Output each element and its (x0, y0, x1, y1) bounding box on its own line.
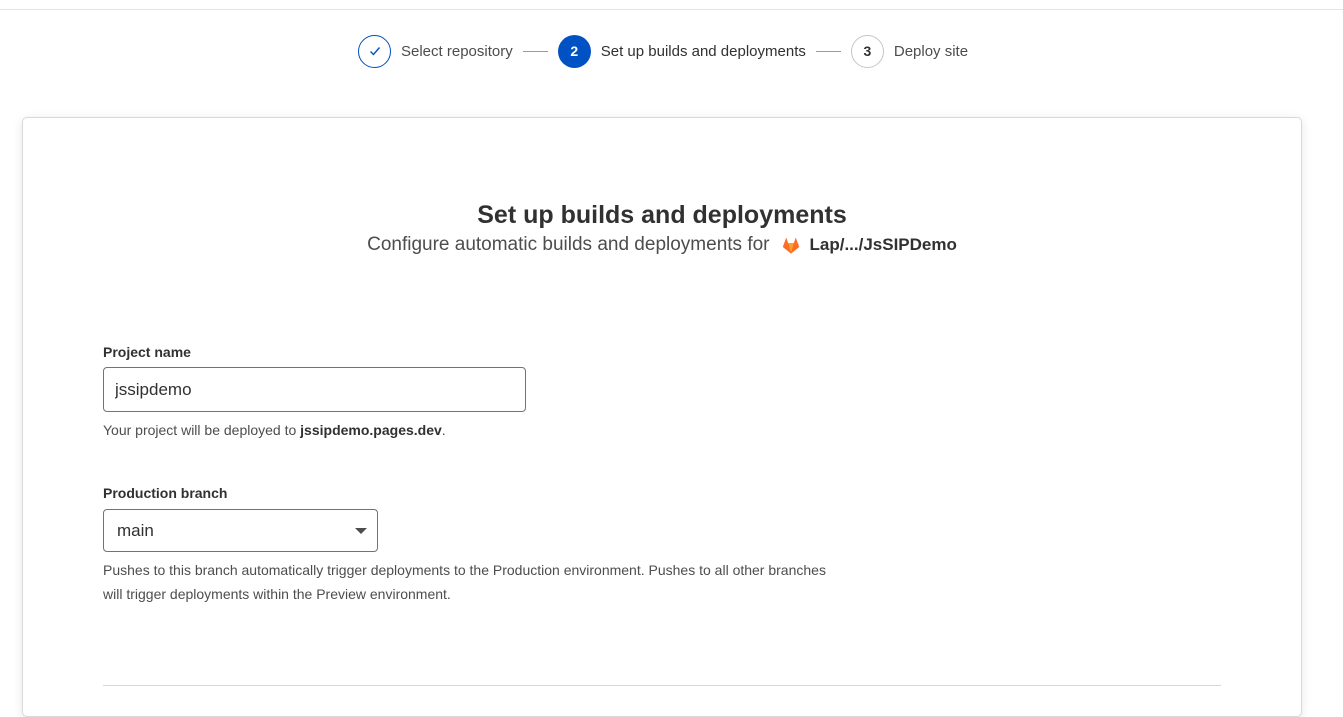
production-branch-select[interactable]: main (103, 509, 378, 552)
repository-name: Lap/.../JsSIPDemo (809, 235, 957, 254)
production-branch-help: Pushes to this branch automatically trig… (103, 562, 826, 602)
step-connector (522, 50, 548, 52)
step-label: Select repository (401, 42, 513, 60)
step-complete-indicator (358, 34, 391, 68)
step-connector (815, 50, 841, 52)
subtitle-text: Configure automatic builds and deploymen… (367, 234, 770, 255)
step-label: Deploy site (893, 42, 969, 60)
chevron-down-icon (355, 527, 367, 534)
top-divider (0, 9, 1343, 10)
step-number: 2 (557, 34, 591, 68)
production-branch-label: Production branch (103, 485, 228, 501)
project-name-help: Your project will be deployed to jssipde… (103, 422, 446, 438)
project-name-label: Project name (103, 344, 191, 360)
step-select-repository[interactable]: Select repository (358, 34, 513, 68)
card-subtitle: Configure automatic builds and deploymen… (23, 234, 1301, 256)
progress-stepper: Select repository 2 Set up builds and de… (358, 34, 968, 68)
page-title: Set up builds and deployments (477, 201, 847, 229)
step-set-up-builds: 2 Set up builds and deployments (557, 34, 806, 68)
setup-card: Set up builds and deployments Configure … (22, 117, 1302, 717)
deploy-domain: jssipdemo.pages.dev (300, 422, 442, 438)
selected-branch: main (117, 520, 154, 540)
step-deploy-site: 3 Deploy site (850, 34, 969, 68)
gitlab-icon (782, 237, 800, 254)
project-name-input[interactable] (103, 367, 526, 412)
check-icon (369, 47, 380, 56)
step-label: Set up builds and deployments (600, 42, 806, 60)
step-number: 3 (850, 34, 884, 68)
